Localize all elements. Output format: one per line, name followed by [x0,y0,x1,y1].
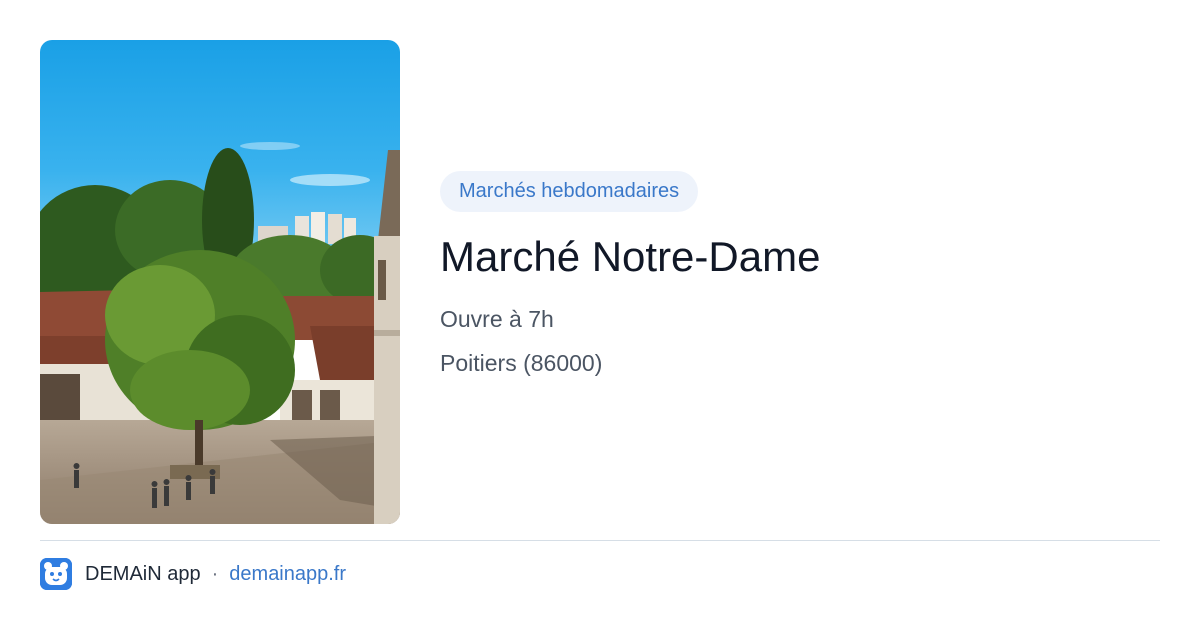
footer: DEMAiN app · demainapp.fr [40,558,346,590]
market-photo [40,40,400,524]
market-title: Marché Notre-Dame [440,233,821,280]
paw-lion-icon [40,558,72,590]
footer-divider [40,540,1160,541]
opening-hours: Ouvre à 7h [440,306,554,332]
category-badge[interactable]: Marchés hebdomadaires [440,171,699,212]
market-info: Marchés hebdomadaires Marché Notre-Dame … [440,171,820,378]
location-text: Poitiers (86000) [440,350,603,376]
footer-separator: · [211,562,219,585]
app-name: DEMAiN app [85,562,201,585]
site-link[interactable]: demainapp.fr [229,563,346,586]
